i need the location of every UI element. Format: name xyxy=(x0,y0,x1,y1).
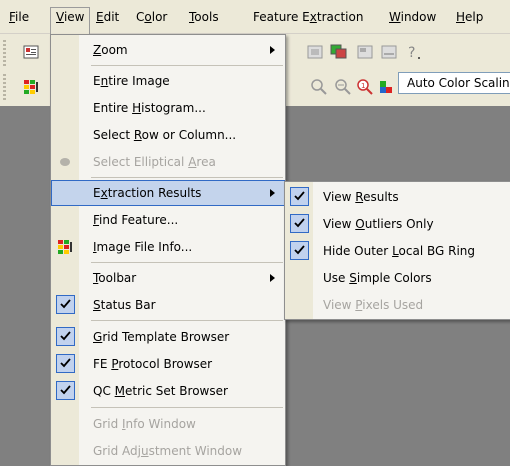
menu-separator xyxy=(91,65,283,66)
ellipse-icon xyxy=(56,153,74,171)
menu-separator xyxy=(91,177,283,178)
menu-file[interactable]: File xyxy=(4,8,34,27)
checkmark-icon xyxy=(56,295,75,314)
submenu-item-label: View Pixels Used xyxy=(323,298,424,312)
image-icon[interactable] xyxy=(306,43,324,61)
menu-item-label: Grid Info Window xyxy=(93,417,196,431)
menu-item-label: Zoom xyxy=(93,43,128,57)
menu-item-label: Entire Histogram... xyxy=(93,101,206,115)
image-compare-icon[interactable] xyxy=(330,43,348,61)
menu-separator xyxy=(91,407,283,408)
menu-item-find-feature[interactable]: Find Feature... xyxy=(51,207,285,233)
menu-feature-extraction[interactable]: Feature Extraction xyxy=(248,8,368,27)
menu-item-zoom[interactable]: Zoom xyxy=(51,37,285,63)
menu-edit[interactable]: Edit xyxy=(91,8,124,27)
image-info-icon xyxy=(56,238,74,256)
menu-item-entire-image[interactable]: Entire Image xyxy=(51,68,285,94)
submenu-item-label: Hide Outer Local BG Ring xyxy=(323,244,476,258)
menu-item-label: Select Elliptical Area xyxy=(93,155,216,169)
submenu-item-hide-outer-local-bg-ring[interactable]: Hide Outer Local BG Ring xyxy=(285,238,510,264)
extraction-results-submenu: View Results View Outliers Only Hide Out… xyxy=(284,181,510,320)
checkmark-icon xyxy=(290,241,309,260)
submenu-item-view-outliers-only[interactable]: View Outliers Only xyxy=(285,211,510,237)
menu-item-entire-histogram[interactable]: Entire Histogram... xyxy=(51,95,285,121)
submenu-item-label: View Outliers Only xyxy=(323,217,434,231)
menu-item-status-bar[interactable]: Status Bar xyxy=(51,292,285,318)
color-icon[interactable] xyxy=(377,78,395,96)
export-icon[interactable] xyxy=(356,43,374,61)
menu-item-grid-template-browser[interactable]: Grid Template Browser xyxy=(51,324,285,350)
checkmark-icon xyxy=(56,327,75,346)
menu-item-extraction-results[interactable]: Extraction Results xyxy=(51,180,285,206)
report-icon[interactable] xyxy=(380,43,398,61)
color-scaling-select[interactable]: Auto Color Scaling xyxy=(398,72,510,94)
toolbar-grip[interactable] xyxy=(3,40,6,66)
menu-item-label: FE Protocol Browser xyxy=(93,357,213,371)
menu-view[interactable]: View xyxy=(50,7,91,36)
zoom-fit-icon[interactable]: 1 xyxy=(356,78,374,96)
menu-item-label: QC Metric Set Browser xyxy=(93,384,228,398)
menu-item-label: Find Feature... xyxy=(93,213,179,227)
menu-item-label: Grid Template Browser xyxy=(93,330,230,344)
menu-item-toolbar[interactable]: Toolbar xyxy=(51,265,285,291)
toolbar-grip[interactable] xyxy=(3,74,6,100)
menu-bar: File View Edit Color Tools Feature Extra… xyxy=(0,0,510,36)
svg-text:?: ? xyxy=(408,45,415,61)
menu-item-label: Toolbar xyxy=(93,271,137,285)
menu-item-label: Entire Image xyxy=(93,74,170,88)
menu-item-label: Select Row or Column... xyxy=(93,128,237,142)
menu-window[interactable]: Window xyxy=(384,8,441,27)
menu-item-select-elliptical-area[interactable]: Select Elliptical Area xyxy=(51,149,285,175)
menu-help[interactable]: Help xyxy=(451,8,488,27)
checkmark-icon xyxy=(290,214,309,233)
menu-item-image-file-info[interactable]: Image File Info... xyxy=(51,234,285,260)
menu-item-select-row-column[interactable]: Select Row or Column... xyxy=(51,122,285,148)
menu-item-label: Extraction Results xyxy=(93,186,202,200)
submenu-arrow-icon xyxy=(270,46,275,54)
checkmark-icon xyxy=(290,187,309,206)
menu-tools[interactable]: Tools xyxy=(184,8,224,27)
checkmark-icon xyxy=(56,354,75,373)
checkmark-icon xyxy=(56,381,75,400)
submenu-arrow-icon xyxy=(270,274,275,282)
menu-item-label: Image File Info... xyxy=(93,240,193,254)
menu-item-fe-protocol-browser[interactable]: FE Protocol Browser xyxy=(51,351,285,377)
menu-item-grid-adjustment-window[interactable]: Grid Adjustment Window xyxy=(51,438,285,464)
menu-item-grid-info-window[interactable]: Grid Info Window xyxy=(51,411,285,437)
zoom-out-icon[interactable] xyxy=(310,78,328,96)
menu-item-label: Status Bar xyxy=(93,298,156,312)
view-menu: Zoom Entire Image Entire Histogram... Se… xyxy=(50,34,286,466)
submenu-item-view-pixels-used[interactable]: View Pixels Used xyxy=(285,292,510,318)
submenu-item-label: Use Simple Colors xyxy=(323,271,432,285)
menu-color[interactable]: Color xyxy=(131,8,172,27)
svg-text:1: 1 xyxy=(361,82,365,90)
zoom-in-icon[interactable] xyxy=(334,78,352,96)
menu-separator xyxy=(91,320,283,321)
menu-separator xyxy=(91,262,283,263)
submenu-item-label: View Results xyxy=(323,190,399,204)
submenu-arrow-icon xyxy=(270,189,275,197)
props-icon[interactable] xyxy=(22,43,40,61)
grid-color-icon[interactable] xyxy=(22,78,40,96)
menu-item-label: Grid Adjustment Window xyxy=(93,444,243,458)
submenu-item-view-results[interactable]: View Results xyxy=(285,184,510,210)
submenu-item-use-simple-colors[interactable]: Use Simple Colors xyxy=(285,265,510,291)
menu-item-qc-metric-set-browser[interactable]: QC Metric Set Browser xyxy=(51,378,285,404)
help-icon[interactable]: ? xyxy=(404,43,422,61)
